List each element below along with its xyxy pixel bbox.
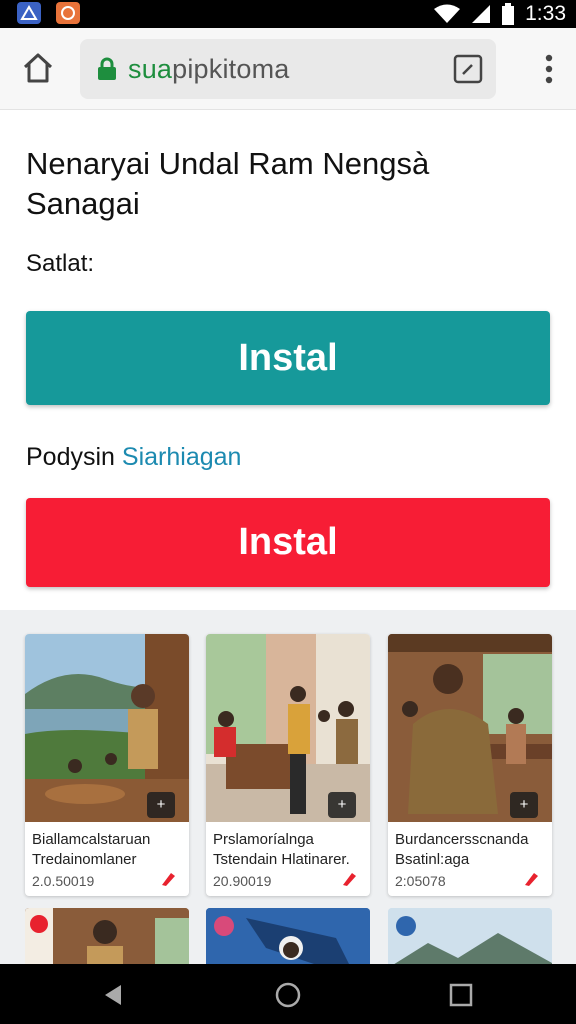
address-bar[interactable]: suapipkitoma [80,39,496,99]
resize-icon[interactable]: + [147,792,175,818]
card-date: 2:05078 [395,873,446,889]
gallery-card[interactable]: + Biallamcalstaruan Tredainomlaner 2.0.5… [25,634,189,896]
back-icon[interactable] [100,982,126,1008]
move-icon[interactable]: + [328,792,356,818]
app-icon-orange [56,2,80,24]
status-label: Satlat: [26,250,95,277]
card-title: Burdancersscnanda Bsatinl:aga [395,831,529,868]
gallery-card[interactable] [388,908,552,964]
recents-icon[interactable] [448,982,474,1008]
app-icon-blue [17,2,41,24]
crop-icon[interactable]: + [510,792,538,818]
gallery-card[interactable] [25,908,189,964]
status-bar: 1:33 [0,0,576,28]
provider-link[interactable]: Siarhiagan [122,443,242,471]
wifi-icon [434,4,461,23]
provider-label: Podysin Siarhiagan [26,443,241,472]
battery-icon [502,3,515,25]
status-time: 1:33 [525,2,566,25]
gallery: + Biallamcalstaruan Tredainomlaner 2.0.5… [0,610,576,964]
home-icon[interactable] [20,50,56,86]
gallery-card[interactable]: + Prslamoríalnga Tstendain Hlatinarer. 2… [206,634,370,896]
pin-icon[interactable] [522,870,540,888]
card-date: 20.90019 [213,873,272,889]
gallery-card[interactable]: + Burdancersscnanda Bsatinl:aga 2:05078 [388,634,552,896]
page-title: Nenaryai Undal Ram Nengsà Sanagai [26,146,430,221]
pin-icon[interactable] [340,870,358,888]
home-circle-icon[interactable] [275,982,301,1008]
more-vert-icon[interactable] [544,54,554,84]
lock-icon [98,57,116,80]
install-button-primary[interactable]: Instal [26,311,550,405]
card-title: Biallamcalstaruan Tredainomlaner [32,831,151,868]
main-content: Nenaryai Undal Ram Nengsà Sanagai Satlat… [0,110,576,610]
card-date: 2.0.50019 [32,873,95,889]
pin-icon[interactable] [159,870,177,888]
card-title: Prslamoríalnga Tstendain Hlatinarer. [213,831,350,868]
provider-prefix: Podysin [26,443,115,471]
signal-icon [472,5,491,23]
browser-toolbar: suapipkitoma [0,28,576,110]
install-button-secondary[interactable]: Instal [26,498,550,587]
external-link-icon[interactable] [452,53,484,85]
system-nav-bar [0,964,576,1024]
url-text[interactable]: suapipkitoma [128,54,290,85]
gallery-card[interactable] [206,908,370,964]
